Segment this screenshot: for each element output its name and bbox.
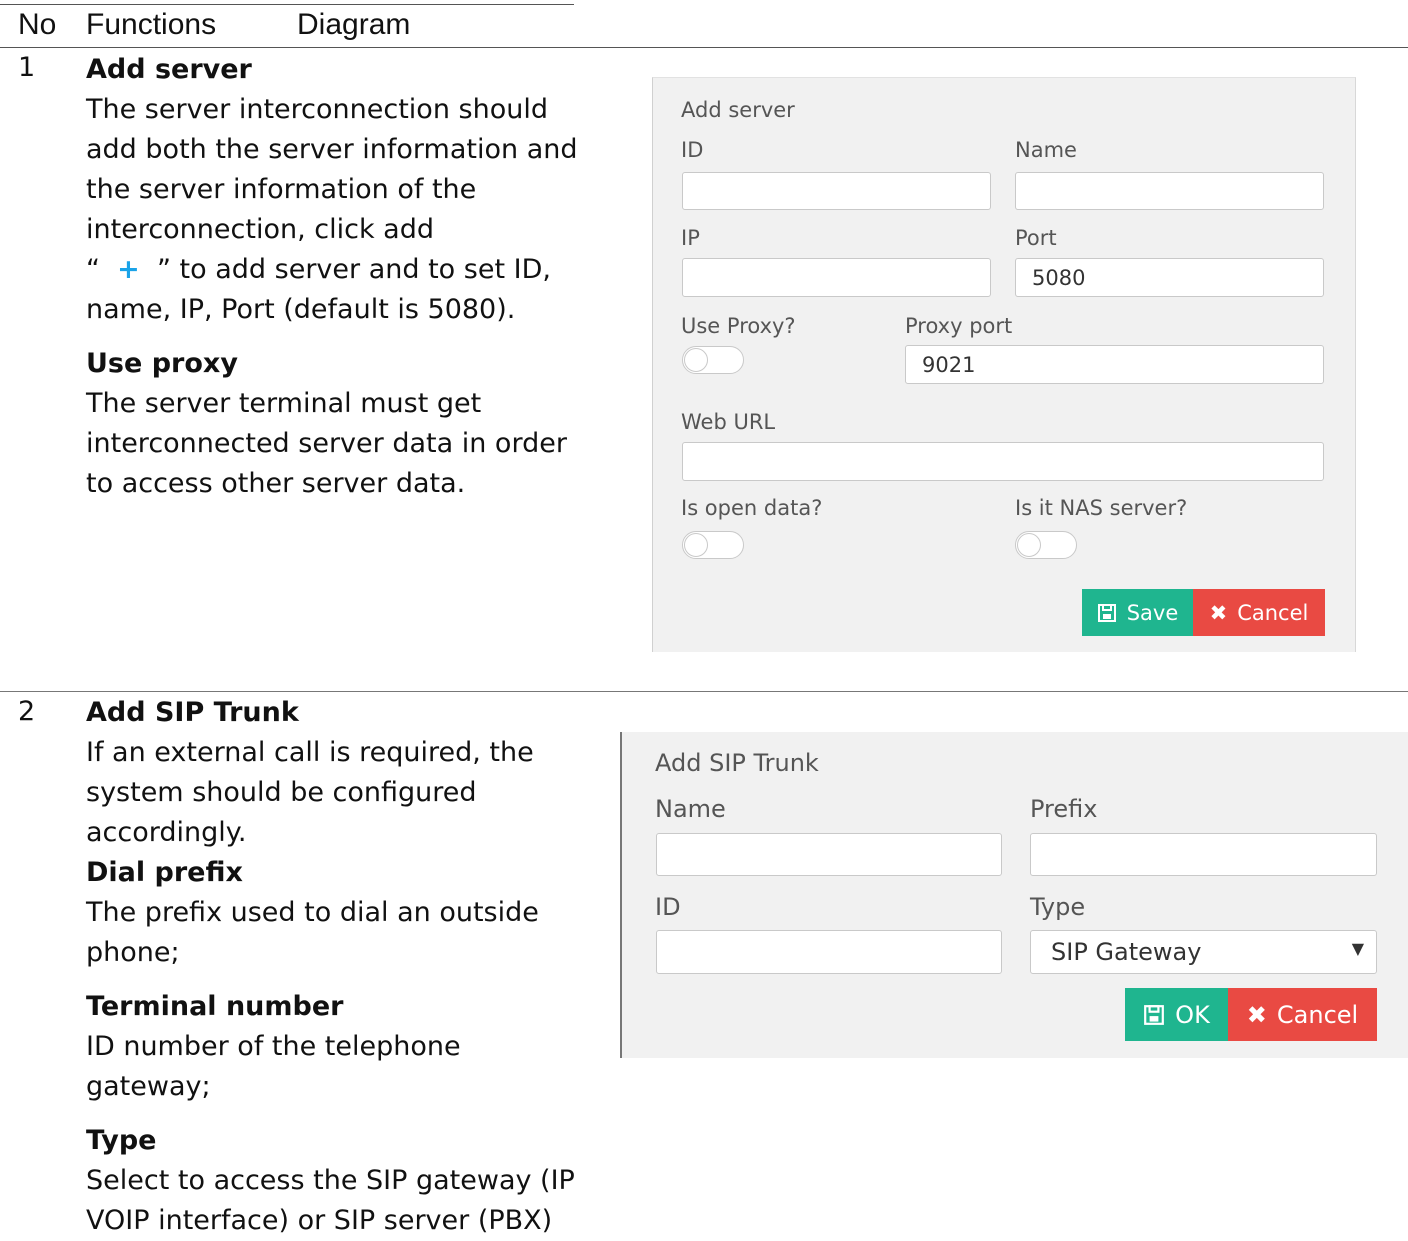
- name-input[interactable]: [1015, 172, 1324, 210]
- close-icon: ✖: [1246, 1000, 1267, 1029]
- nas-toggle[interactable]: [1015, 531, 1077, 559]
- row-title: Add server: [86, 54, 252, 85]
- save-button[interactable]: Save: [1082, 589, 1193, 636]
- cancel-label: Cancel: [1237, 600, 1309, 625]
- quote-close: ”: [156, 254, 171, 285]
- ip-input[interactable]: [682, 258, 991, 297]
- type-select[interactable]: SIP Gateway ▼: [1030, 930, 1377, 974]
- add-server-panel: Add server ID Name IP Port 5080 Use Prox…: [652, 77, 1356, 652]
- header-rule: [0, 47, 1408, 48]
- cancel-button[interactable]: ✖ Cancel: [1193, 589, 1325, 636]
- id-label: ID: [681, 138, 704, 162]
- row-description: The server interconnection should add bo…: [86, 90, 586, 330]
- name-input[interactable]: [656, 833, 1002, 876]
- web-url-input[interactable]: [682, 442, 1324, 481]
- row-description: If an external call is required, the sys…: [86, 737, 534, 848]
- header-no: No: [18, 8, 57, 41]
- sub-description: Select to access the SIP gateway (IP VOI…: [86, 1165, 575, 1236]
- proxy-port-input[interactable]: 9021: [905, 345, 1324, 384]
- add-sip-trunk-panel: Add SIP Trunk Name Prefix ID Type SIP Ga…: [620, 732, 1408, 1058]
- open-data-label: Is open data?: [681, 496, 823, 520]
- cancel-label: Cancel: [1276, 1000, 1359, 1029]
- sub-title: Type: [86, 1125, 157, 1156]
- row-title: Add SIP Trunk: [86, 697, 299, 728]
- row-rule: [0, 691, 1408, 692]
- form-title: Add SIP Trunk: [655, 749, 819, 777]
- toggle-knob: [1017, 533, 1041, 557]
- sub-title: Use proxy: [86, 348, 238, 379]
- add-plus-icon: +: [117, 254, 140, 285]
- nas-label: Is it NAS server?: [1015, 496, 1188, 520]
- sub-title: Dial prefix: [86, 857, 243, 888]
- ok-button[interactable]: OK: [1125, 988, 1228, 1041]
- port-label: Port: [1015, 226, 1057, 250]
- table-top-rule: [0, 4, 574, 5]
- sub-description: The server terminal must get interconnec…: [86, 388, 567, 499]
- row-number: 2: [18, 696, 36, 727]
- open-data-toggle[interactable]: [682, 531, 744, 559]
- name-label: Name: [1015, 138, 1077, 162]
- type-label: Type: [1030, 893, 1086, 921]
- ok-label: OK: [1175, 1000, 1210, 1029]
- prefix-label: Prefix: [1030, 795, 1098, 823]
- chevron-down-icon: ▼: [1351, 939, 1364, 958]
- ip-label: IP: [681, 226, 700, 250]
- use-proxy-label: Use Proxy?: [681, 314, 796, 338]
- description-text: The server interconnection should add bo…: [86, 94, 578, 245]
- save-label: Save: [1126, 600, 1179, 625]
- cancel-button[interactable]: ✖ Cancel: [1228, 988, 1377, 1041]
- web-url-label: Web URL: [681, 410, 776, 434]
- quote-open: “: [86, 254, 100, 285]
- prefix-input[interactable]: [1030, 833, 1377, 876]
- close-icon: ✖: [1209, 600, 1228, 625]
- header-diagram: Diagram: [297, 8, 411, 41]
- header-functions: Functions: [86, 8, 217, 41]
- sub-description: ID number of the telephone gateway;: [86, 1031, 461, 1102]
- toggle-knob: [684, 533, 708, 557]
- floppy-icon: [1097, 603, 1116, 622]
- row-2-functions: Add SIP Trunk If an external call is req…: [86, 693, 586, 1241]
- sub-description: The prefix used to dial an outside phone…: [86, 897, 539, 968]
- sub-title: Terminal number: [86, 991, 344, 1022]
- type-select-value: SIP Gateway: [1051, 938, 1202, 966]
- port-input[interactable]: 5080: [1015, 258, 1324, 297]
- floppy-icon: [1144, 1004, 1165, 1025]
- use-proxy-toggle[interactable]: [682, 346, 744, 374]
- description-text-2: to add server and to set ID, name, IP, P…: [86, 254, 551, 325]
- id-input[interactable]: [682, 172, 991, 210]
- toggle-knob: [684, 348, 708, 372]
- name-label: Name: [655, 795, 726, 823]
- form-title: Add server: [681, 98, 795, 122]
- row-number: 1: [18, 52, 36, 83]
- id-input[interactable]: [656, 930, 1002, 974]
- proxy-port-label: Proxy port: [905, 314, 1013, 338]
- id-label: ID: [655, 893, 681, 921]
- row-1-functions: Add server The server interconnection sh…: [86, 50, 586, 504]
